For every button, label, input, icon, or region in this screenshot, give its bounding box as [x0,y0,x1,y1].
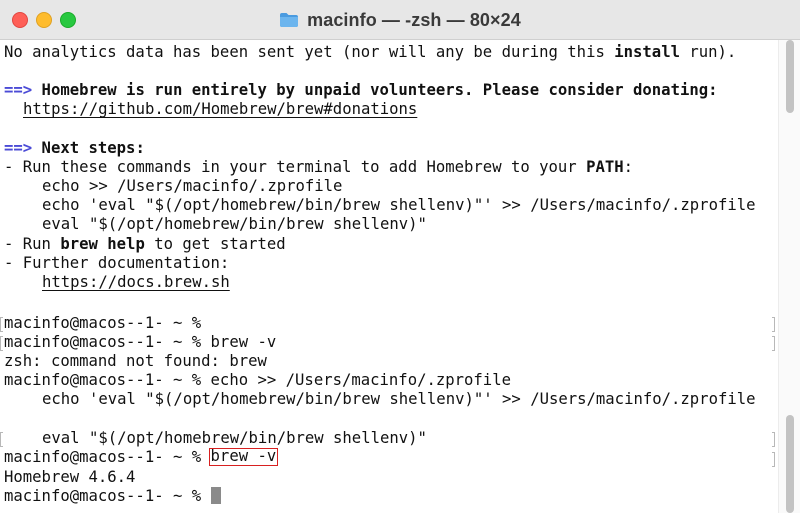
command-input: brew -v [210,333,277,351]
scrollbar-track[interactable] [778,40,800,513]
prompt: macinfo@macos--1- ~ % [4,333,211,351]
arrow-marker: ==> [4,81,33,99]
analytics-line: No analytics data has been sent yet (nor… [4,43,736,62]
prompt-line-2: macinfo@macos--1- ~ % brew -v [4,333,276,352]
step1-text: - Run these commands in your terminal to… [4,158,587,176]
analytics-text: No analytics data has been sent yet (nor… [4,43,615,61]
cmd2-line: echo 'eval "$(/opt/homebrew/bin/brew she… [42,196,756,214]
path-bold: PATH [586,158,624,176]
prompt-line-4: macinfo@macos--1- ~ % brew -v [4,447,279,467]
folder-icon [280,13,299,27]
step3-line: - Further documentation: [4,254,230,272]
command-input: echo >> /Users/macinfo/.zprofile [210,371,511,389]
donate-url-line[interactable]: https://github.com/Homebrew/brew#donatio… [4,100,417,119]
mark-bracket-right [772,432,775,447]
title-group: macinfo — -zsh — 80×24 [0,0,800,40]
step1-line: - Run these commands in your terminal to… [4,158,633,177]
brew-help-bold: brew help [60,235,145,253]
step2-suffix: to get started [144,235,286,253]
mark-bracket-right [772,317,775,332]
docs-url-line[interactable]: https://docs.brew.sh [4,273,230,292]
prompt: macinfo@macos--1- ~ % [4,487,211,505]
highlighted-command: brew -v [208,447,279,466]
terminal-window: macinfo — -zsh — 80×24 No analytics data… [0,0,800,513]
donate-heading: Homebrew is run entirely by unpaid volun… [32,81,718,99]
cmd3-line: eval "$(/opt/homebrew/bin/brew shellenv)… [42,215,427,233]
next-steps-line: ==> Next steps: [4,139,145,158]
donate-link[interactable]: https://github.com/Homebrew/brew#donatio… [23,100,417,118]
mark-bracket-right [772,452,775,467]
terminal-output[interactable]: No analytics data has been sent yet (nor… [0,40,778,513]
step2-line: - Run brew help to get started [4,235,286,254]
eval-continuation-line: eval "$(/opt/homebrew/bin/brew shellenv)… [42,429,427,447]
text-cursor[interactable] [210,487,221,504]
scrollbar-thumb-top[interactable] [786,40,794,113]
install-bold: install [614,43,680,61]
window-title: macinfo — -zsh — 80×24 [307,9,521,30]
arrow-marker: ==> [4,139,33,157]
prompt-line-active[interactable]: macinfo@macos--1- ~ % [4,487,221,506]
title-bar[interactable]: macinfo — -zsh — 80×24 [0,0,800,40]
scrollbar-thumb[interactable] [786,415,794,513]
mark-bracket-left [0,432,3,447]
next-steps-heading: Next steps: [32,139,145,157]
step2-text: - Run [4,235,61,253]
mark-bracket-left [0,336,3,351]
analytics-suffix: run). [679,43,737,61]
mark-bracket-left [0,317,3,332]
docs-link[interactable]: https://docs.brew.sh [42,273,230,291]
cmd1-line: echo >> /Users/macinfo/.zprofile [42,177,343,195]
prompt-line-1: macinfo@macos--1- ~ % [4,314,202,332]
mark-bracket-right [772,336,775,351]
donate-heading-line: ==> Homebrew is run entirely by unpaid v… [4,81,718,100]
echo-continuation-line: echo 'eval "$(/opt/homebrew/bin/brew she… [42,390,756,408]
error-line: zsh: command not found: brew [4,352,267,370]
prompt-line-3: macinfo@macos--1- ~ % echo >> /Users/mac… [4,371,511,390]
prompt: macinfo@macos--1- ~ % [4,448,211,466]
version-output-line: Homebrew 4.6.4 [4,468,136,486]
step1-suffix: : [623,158,634,176]
prompt: macinfo@macos--1- ~ % [4,371,211,389]
